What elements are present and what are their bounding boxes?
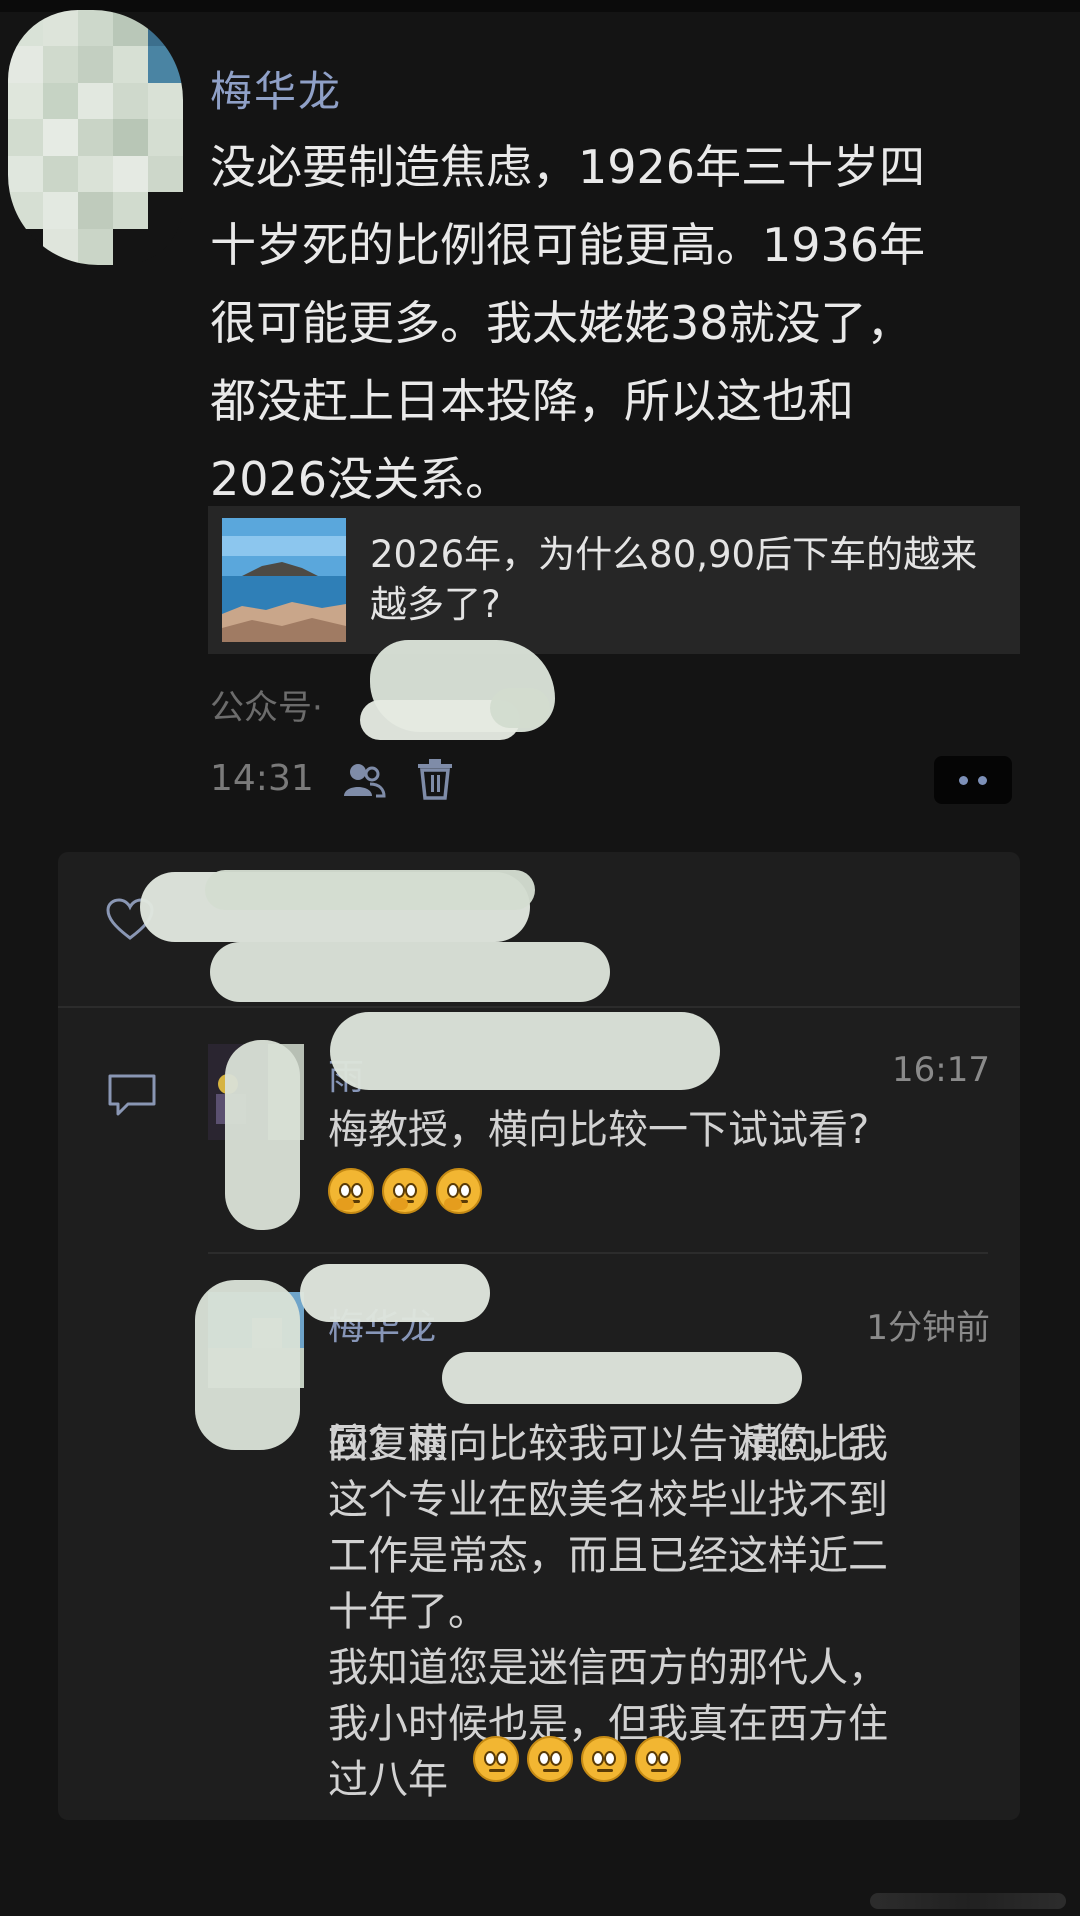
redaction-blur xyxy=(195,1280,300,1450)
redaction-blur xyxy=(225,1040,300,1230)
trash-icon[interactable] xyxy=(416,758,454,804)
moments-feed-screen: 梅华龙 没必要制造焦虑，1926年三十岁四 十岁死的比例很可能更高。1936年 … xyxy=(0,0,1080,1916)
smile-emoji-icon xyxy=(527,1736,573,1782)
emoji-row xyxy=(328,1168,482,1214)
redaction-blur xyxy=(490,688,550,728)
redaction-blur xyxy=(330,1012,720,1090)
post-time: 14:31 xyxy=(210,758,314,799)
emoji-row xyxy=(473,1736,681,1782)
source-label[interactable]: 公众号· xyxy=(210,680,323,729)
thinking-emoji-icon xyxy=(382,1168,428,1214)
article-title: 2026年，为什么80,90后下车的越来越多了? xyxy=(370,533,978,626)
panel-divider xyxy=(58,1006,1020,1008)
more-dots-icon[interactable] xyxy=(934,756,1012,804)
redaction-blur xyxy=(205,870,535,910)
comment-icon[interactable] xyxy=(106,1072,158,1122)
smile-emoji-icon xyxy=(473,1736,519,1782)
watermark xyxy=(870,1893,1066,1909)
thinking-emoji-icon xyxy=(436,1168,482,1214)
redaction-blur xyxy=(210,942,610,1002)
shared-article-card[interactable]: 2026年，为什么80,90后下车的越来越多了? xyxy=(208,506,1020,654)
redaction-blur xyxy=(442,1352,802,1404)
smile-emoji-icon xyxy=(635,1736,681,1782)
status-bar-strip xyxy=(0,0,1080,12)
people-visibility-icon[interactable] xyxy=(340,760,386,804)
comment-time: 16:17 xyxy=(892,1050,990,1090)
poster-name[interactable]: 梅华龙 xyxy=(210,58,342,119)
comment-divider xyxy=(208,1252,988,1254)
comment-text: 梅教授，横向比较一下试试看? xyxy=(328,1107,870,1153)
poster-avatar[interactable] xyxy=(8,10,183,265)
redaction-blur xyxy=(300,1264,490,1322)
smile-emoji-icon xyxy=(581,1736,627,1782)
article-thumbnail xyxy=(222,518,346,642)
post-text: 没必要制造焦虑，1926年三十岁四 十岁死的比例很可能更高。1936年 很可能更… xyxy=(210,140,926,506)
reply-time: 1分钟前 xyxy=(866,1308,990,1348)
thinking-emoji-icon xyxy=(328,1168,374,1214)
